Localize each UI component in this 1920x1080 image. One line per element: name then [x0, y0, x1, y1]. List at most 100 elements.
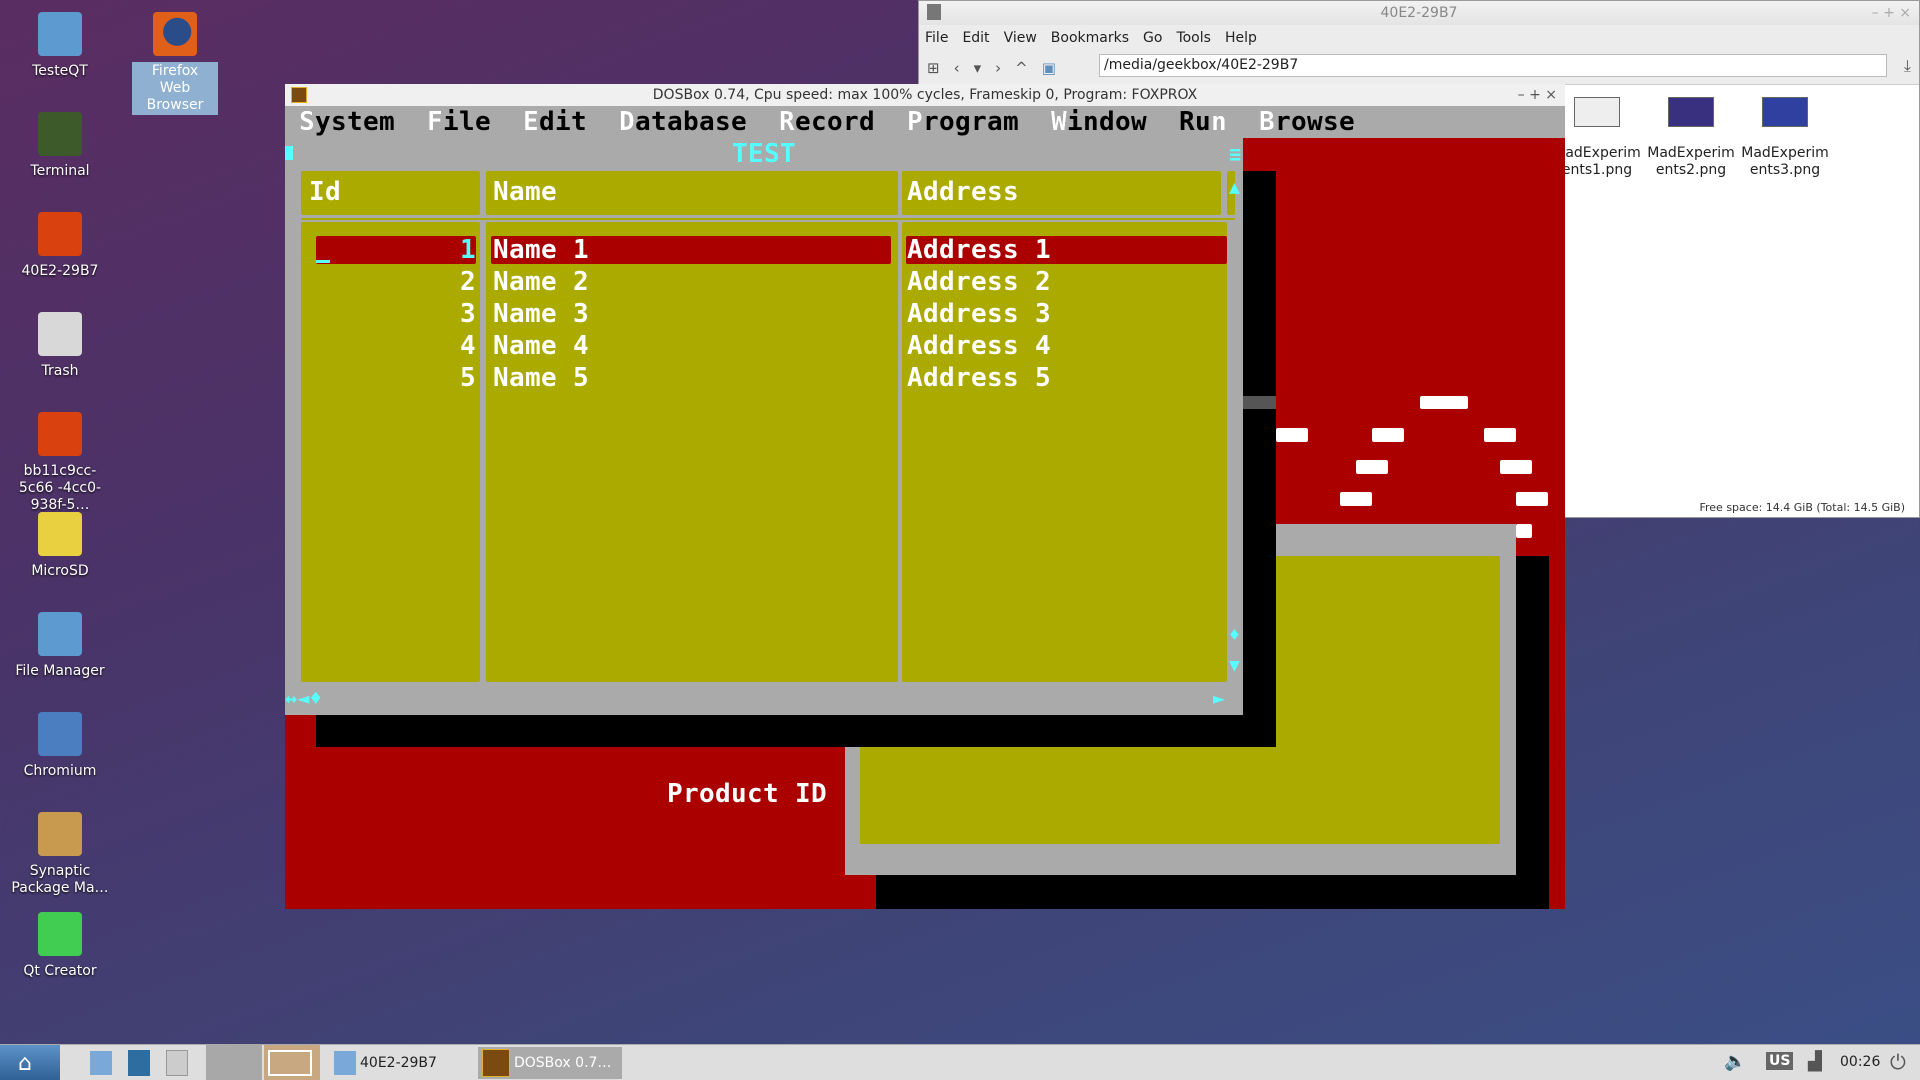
header-divider	[301, 218, 1235, 220]
menu-item[interactable]: Tools	[1176, 30, 1211, 46]
home-icon[interactable]: ▣	[1042, 59, 1056, 77]
terminal-icon	[38, 112, 82, 156]
start-menu-button[interactable]: ⌂	[0, 1045, 60, 1080]
clock[interactable]: 00:26	[1840, 1054, 1880, 1070]
file-manager-icon	[38, 612, 82, 656]
desktop-icon[interactable]: 40E2-29B7	[5, 212, 115, 281]
scroll-up-icon[interactable]: ▲	[1229, 172, 1240, 204]
desktop-icon[interactable]: Trash	[5, 312, 115, 381]
back-icon[interactable]: ‹	[954, 59, 960, 77]
file-item[interactable]: MadExperiments2.png	[1645, 97, 1737, 179]
desktop-icon-label: Qt Creator	[23, 963, 97, 979]
history-dropdown-icon[interactable]: ▾	[974, 59, 982, 77]
dos-menu-item[interactable]: File F	[427, 106, 491, 138]
task-file-manager[interactable]: 40E2-29B7	[330, 1047, 472, 1079]
desktop-pager-1[interactable]	[206, 1045, 262, 1080]
dosbox-icon	[291, 87, 307, 103]
new-tab-icon[interactable]: ⊞	[927, 59, 940, 77]
menu-item[interactable]: Bookmarks	[1051, 30, 1129, 46]
window-shadow	[876, 875, 1549, 909]
dos-menu-hotkey: E	[523, 107, 540, 137]
zoom-icon[interactable]: ≡	[1229, 138, 1241, 170]
dos-menu-item[interactable]: Edit E	[523, 106, 587, 138]
status-bar: Free space: 14.4 GiB (Total: 14.5 GiB)	[1699, 501, 1905, 514]
cell-address: Address 3	[907, 299, 1052, 329]
screen-artifact	[1356, 460, 1388, 474]
desktop-icon-label: MicroSD	[31, 563, 89, 579]
dos-menu-hotkey: P	[907, 107, 924, 137]
chromium-icon	[38, 712, 82, 756]
folder-icon	[334, 1051, 356, 1075]
window-shadow	[1516, 556, 1549, 909]
file-manager-launcher[interactable]	[86, 1047, 116, 1079]
cell-id: 3	[459, 299, 476, 329]
dos-menu-item[interactable]: Browse B	[1259, 106, 1355, 138]
desktop-icon[interactable]: Synaptic Package Ma…	[5, 812, 115, 898]
qt-creator-icon	[38, 912, 82, 956]
dos-menu-item[interactable]: Run n	[1179, 106, 1227, 138]
trash-icon	[38, 312, 82, 356]
network-signal-icon[interactable]: ▟	[1808, 1051, 1822, 1072]
terminal-launcher[interactable]	[162, 1047, 192, 1079]
folder-icon	[90, 1051, 112, 1075]
dos-screen: System S File F Edit E Database D Record R Program…	[285, 106, 1565, 909]
up-icon[interactable]: ^	[1015, 59, 1028, 77]
dos-menu-hotkey: D	[619, 107, 636, 137]
network-launcher[interactable]	[124, 1047, 154, 1079]
firefox-icon	[153, 12, 197, 56]
cell-address: Address 1	[907, 235, 1052, 265]
scroll-down-icon[interactable]: ▼	[1229, 650, 1240, 682]
desktop-icon[interactable]: bb11c9cc-5c66 -4cc0-938f-5…	[5, 412, 115, 515]
desktop-icon[interactable]: MicroSD	[5, 512, 115, 581]
menu-item[interactable]: Edit	[962, 30, 989, 46]
dosbox-window: DOSBox 0.74, Cpu speed: max 100% cycles,…	[285, 84, 1565, 909]
menu-item[interactable]: File	[925, 30, 948, 46]
dos-menu-item[interactable]: Window W	[1051, 106, 1147, 138]
scroll-right-icon[interactable]: ►	[1213, 682, 1225, 714]
go-icon[interactable]: ⤓	[1904, 56, 1911, 76]
column-header: Address	[907, 177, 1020, 207]
desktop-pager-2[interactable]	[264, 1045, 320, 1080]
dos-menu-item[interactable]: Database D	[619, 106, 747, 138]
dos-menu-hotkey: S	[299, 107, 316, 137]
dos-menu-item[interactable]: Program P	[907, 106, 1019, 138]
keyboard-layout[interactable]: US	[1766, 1052, 1794, 1070]
dos-menu-item[interactable]: System S	[299, 106, 395, 138]
dos-menu-hotkey: F	[427, 107, 444, 137]
dos-menu-hotkey: W	[1051, 107, 1068, 137]
desktop-icon-label: Terminal	[30, 163, 90, 179]
title-bar: 40E2-29B7 – + ×	[919, 1, 1919, 25]
desktop-icon[interactable]: File Manager	[5, 612, 115, 681]
desktop-icon[interactable]: Chromium	[5, 712, 115, 781]
desktop-icon-label: 40E2-29B7	[21, 263, 99, 279]
volume-icon[interactable]: 🔈	[1724, 1051, 1746, 1072]
window-icon	[166, 1050, 188, 1076]
path-input[interactable]: /media/geekbox/40E2-29B7	[1099, 54, 1887, 77]
folder-icon	[38, 12, 82, 56]
desktop-icon-firefox[interactable]: Firefox Web Browser	[120, 12, 230, 115]
dosbox-icon	[482, 1049, 510, 1077]
desktop-icon[interactable]: Qt Creator	[5, 912, 115, 981]
dos-menu-item[interactable]: Record R	[779, 106, 875, 138]
forward-icon[interactable]: ›	[995, 59, 1001, 77]
scroll-left-icon[interactable]: ↔◄♦	[285, 682, 322, 714]
window-title: 40E2-29B7	[1380, 5, 1458, 21]
dos-menu-label: Database	[619, 107, 748, 137]
cell-name: Name 5	[493, 363, 590, 393]
cell-id: 1	[459, 235, 476, 265]
window-controls[interactable]: – + ×	[1872, 1, 1911, 25]
file-item[interactable]: MadExperiments3.png	[1739, 97, 1831, 179]
task-dosbox[interactable]: DOSBox 0.7…	[478, 1047, 622, 1079]
dos-menu-hotkey: B	[1259, 107, 1276, 137]
screen-artifact	[1276, 428, 1308, 442]
window-controls[interactable]: – + ×	[1518, 84, 1557, 106]
menu-item[interactable]: View	[1004, 30, 1037, 46]
product-id-label: Product ID	[667, 779, 828, 809]
desktop-icon[interactable]: Terminal	[5, 112, 115, 181]
desktop-icon-label: TesteQT	[32, 63, 88, 79]
menu-item[interactable]: Help	[1225, 30, 1257, 46]
menu-item[interactable]: Go	[1143, 30, 1162, 46]
power-icon[interactable]: ⏻	[1890, 1050, 1906, 1074]
desktop-icon[interactable]: TesteQT	[5, 12, 115, 81]
scroll-thumb-icon[interactable]: ♦	[1229, 620, 1240, 652]
